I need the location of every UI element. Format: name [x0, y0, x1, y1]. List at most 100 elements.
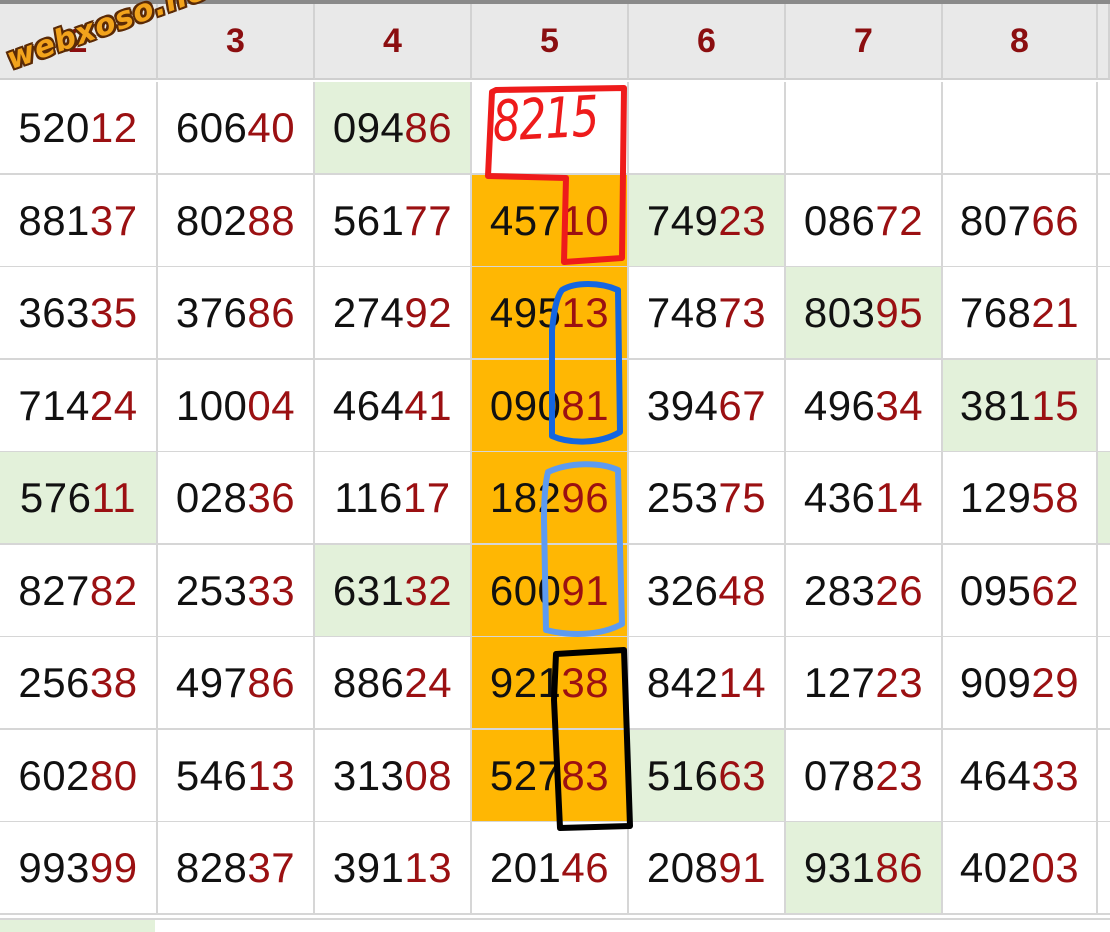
- cell-leading-digits: 283: [803, 566, 876, 614]
- cell-leading-digits: 090: [489, 381, 562, 429]
- cell-last-two-digits: 23: [718, 196, 767, 244]
- cell-last-two-digits: 80: [89, 751, 138, 799]
- result-cell: 631 32: [315, 545, 472, 638]
- cell-last-two-digits: 86: [404, 103, 453, 151]
- cell-leading-digits: 464: [332, 381, 405, 429]
- result-cell: 127 23: [786, 637, 943, 730]
- cell-last-two-digits: 95: [875, 288, 924, 336]
- cell-last-two-digits: 86: [247, 658, 296, 706]
- cell-last-two-digits: 26: [875, 566, 924, 614]
- result-cell: 363 35: [0, 267, 158, 360]
- result-cell: 208 91: [629, 822, 786, 915]
- cell-last-two-digits: 75: [718, 473, 767, 521]
- cell-leading-digits: 495: [489, 288, 562, 336]
- result-cell: 803 95: [786, 267, 943, 360]
- partial-cell: [1098, 637, 1110, 730]
- result-cell: 748 73: [629, 267, 786, 360]
- cell-leading-digits: 807: [959, 196, 1032, 244]
- result-cell: 886 24: [315, 637, 472, 730]
- result-cell: 464 33: [943, 730, 1098, 823]
- cell-leading-digits: 496: [803, 381, 876, 429]
- cell-leading-digits: 803: [803, 288, 876, 336]
- cell-leading-digits: 381: [959, 381, 1032, 429]
- cell-leading-digits: 095: [959, 566, 1032, 614]
- cell-last-two-digits: 13: [247, 751, 296, 799]
- cell-leading-digits: 313: [332, 751, 405, 799]
- column-header-5: 5: [472, 4, 629, 80]
- result-cell: 881 37: [0, 175, 158, 268]
- result-cell: 602 80: [0, 730, 158, 823]
- result-cell: 313 08: [315, 730, 472, 823]
- result-cell: 090 81: [472, 360, 629, 453]
- result-cell: 842 14: [629, 637, 786, 730]
- cell-last-two-digits: 72: [875, 196, 924, 244]
- cell-last-two-digits: 91: [561, 566, 610, 614]
- cell-leading-digits: 457: [489, 196, 562, 244]
- partial-cell: [1098, 822, 1110, 915]
- cell-last-two-digits: 91: [718, 843, 767, 891]
- result-cell: 768 21: [943, 267, 1098, 360]
- cell-last-two-digits: 62: [1031, 566, 1080, 614]
- cell-leading-digits: 326: [646, 566, 719, 614]
- cell-last-two-digits: 38: [89, 658, 138, 706]
- cell-last-two-digits: 82: [89, 566, 138, 614]
- result-cell: 909 29: [943, 637, 1098, 730]
- cell-leading-digits: 828: [175, 843, 248, 891]
- cell-leading-digits: 129: [959, 473, 1032, 521]
- cell-last-two-digits: 35: [89, 288, 138, 336]
- cell-leading-digits: 497: [175, 658, 248, 706]
- result-cell: 326 48: [629, 545, 786, 638]
- result-cell: [786, 82, 943, 175]
- result-cell: 253 33: [158, 545, 315, 638]
- cell-last-two-digits: 46: [561, 843, 610, 891]
- column-header-8: 8: [943, 4, 1098, 80]
- next-row-highlight: [0, 920, 155, 932]
- cell-last-two-digits: 17: [402, 473, 451, 521]
- result-cell: 283 26: [786, 545, 943, 638]
- result-cell: 600 91: [472, 545, 629, 638]
- result-cell: 402 03: [943, 822, 1098, 915]
- result-cell: 802 88: [158, 175, 315, 268]
- result-cell: [629, 82, 786, 175]
- column-header-partial: [1098, 4, 1110, 80]
- cell-last-two-digits: 83: [561, 751, 610, 799]
- partial-cell: [1098, 360, 1110, 453]
- cell-last-two-digits: 66: [1031, 196, 1080, 244]
- cell-leading-digits: 402: [959, 843, 1032, 891]
- result-cell: [943, 82, 1098, 175]
- cell-leading-digits: 768: [959, 288, 1032, 336]
- cell-last-two-digits: 03: [1031, 843, 1080, 891]
- cell-leading-digits: 921: [489, 658, 562, 706]
- cell-leading-digits: 714: [18, 381, 90, 429]
- handwritten-note: 8215: [491, 84, 600, 155]
- result-cell: 116 17: [315, 452, 472, 545]
- result-cell: 520 12: [0, 82, 158, 175]
- cell-leading-digits: 116: [334, 473, 403, 521]
- next-row-edge: [0, 918, 1110, 932]
- cell-last-two-digits: 96: [561, 473, 610, 521]
- result-cell: 182 96: [472, 452, 629, 545]
- cell-leading-digits: 078: [803, 751, 876, 799]
- cell-last-two-digits: 58: [1031, 473, 1080, 521]
- result-cell: 095 62: [943, 545, 1098, 638]
- result-cell: 100 04: [158, 360, 315, 453]
- cell-leading-digits: 253: [175, 566, 248, 614]
- result-cell: 527 83: [472, 730, 629, 823]
- cell-last-two-digits: 23: [875, 751, 924, 799]
- cell-leading-digits: 436: [803, 473, 876, 521]
- cell-last-two-digits: 33: [247, 566, 296, 614]
- cell-leading-digits: 274: [332, 288, 405, 336]
- cell-last-two-digits: 21: [1031, 288, 1080, 336]
- partial-cell: [1098, 267, 1110, 360]
- cell-last-two-digits: 04: [247, 381, 296, 429]
- cell-leading-digits: 600: [489, 566, 562, 614]
- cell-last-two-digits: 32: [404, 566, 453, 614]
- cell-last-two-digits: 34: [875, 381, 924, 429]
- cell-last-two-digits: 86: [875, 843, 924, 891]
- cell-last-two-digits: 11: [91, 473, 137, 521]
- result-cell: 546 13: [158, 730, 315, 823]
- column-header-6: 6: [629, 4, 786, 80]
- cell-leading-digits: 086: [803, 196, 876, 244]
- result-cell: 921 38: [472, 637, 629, 730]
- cell-last-two-digits: 48: [718, 566, 767, 614]
